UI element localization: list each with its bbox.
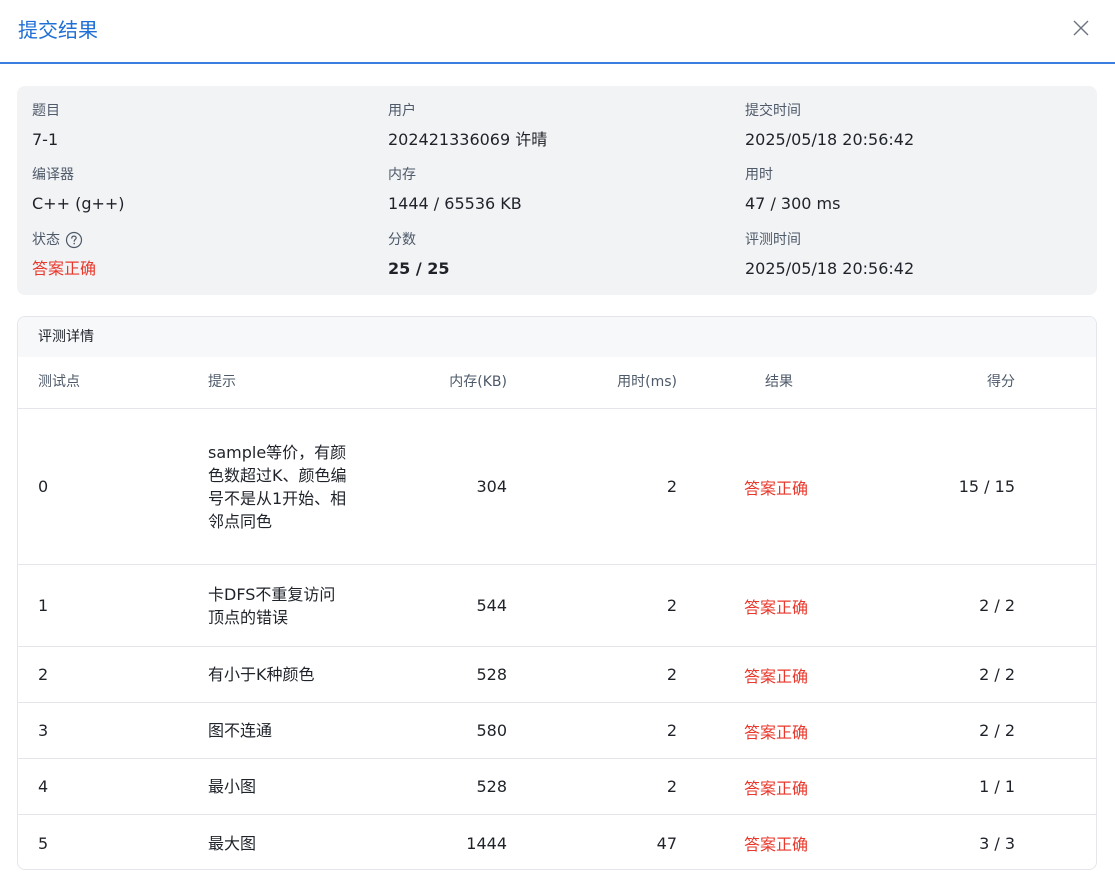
testcase-result: 答案正确: [744, 835, 809, 854]
table-row: 0 sample等价，有颜色数超过K、颜色编号不是从1开始、相邻点同色 304 2 答案…: [18, 409, 1096, 565]
testcase-time: 2: [666, 721, 677, 740]
testcase-memory: 1444: [466, 833, 507, 853]
field-value: 2025/05/18 20:56:42: [745, 130, 915, 149]
testcase-score: 15 / 15: [958, 477, 1015, 496]
testcase-result: 答案正确: [744, 778, 809, 798]
dialog-title: 提交结果: [18, 18, 98, 42]
col-memory: 内存(KB): [449, 374, 507, 390]
testcase-result: 答案正确: [744, 722, 809, 742]
field-value: 202421336069 许晴: [388, 130, 548, 149]
field-label: 题目: [32, 103, 60, 119]
field-label: 状态: [32, 232, 60, 248]
testcase-hint: 最大图: [208, 833, 257, 853]
testcase-hint: 图不连通: [208, 721, 273, 740]
testcase-time: 2: [666, 777, 677, 796]
field-label: 用户: [388, 103, 416, 119]
testcase-time: 47: [656, 833, 677, 853]
field-value: C++ (g++): [32, 194, 125, 213]
field-memory: 内存 1444 / 65536 KB: [388, 165, 522, 215]
testcase-result: 答案正确: [744, 478, 809, 498]
testcase-score: 2 / 2: [979, 596, 1015, 615]
close-icon[interactable]: [1071, 18, 1091, 38]
table-row: 1 卡DFS不重复访问顶点的错误 544 2 答案正确 2 / 2: [18, 565, 1096, 647]
testcase-hint: 最小图: [208, 777, 257, 796]
table-row: 5 最大图 1444 47 答案正确 3 / 3: [18, 815, 1096, 869]
testcase-memory: 580: [476, 721, 507, 740]
testcase-memory: 544: [476, 596, 507, 615]
col-hint: 提示: [208, 374, 236, 390]
field-value: 47 / 300 ms: [745, 194, 841, 213]
testcase-id: 2: [38, 665, 49, 684]
field-label: 内存: [388, 167, 416, 183]
field-value: 25 / 25: [388, 259, 450, 278]
testcase-id: 0: [38, 477, 49, 496]
table-body: 0 sample等价，有颜色数超过K、颜色编号不是从1开始、相邻点同色 304 2 答案…: [18, 409, 1096, 869]
col-score: 得分: [987, 374, 1015, 390]
field-status: 状态 答案正确: [32, 230, 96, 280]
field-problem: 题目 7-1: [32, 101, 60, 151]
testcase-id: 1: [38, 596, 49, 615]
status-value: 答案正确: [32, 259, 97, 278]
field-label: 用时: [745, 167, 773, 183]
field-user: 用户 202421336069 许晴: [388, 101, 547, 151]
field-time-used: 用时 47 / 300 ms: [745, 165, 840, 215]
field-label: 分数: [388, 232, 416, 248]
field-judge-time: 评测时间 2025/05/18 20:56:42: [745, 230, 914, 280]
testcase-memory: 304: [476, 477, 507, 496]
table-header: 测试点 提示 内存(KB) 用时(ms) 结果 得分: [18, 357, 1096, 409]
table-row: 3 图不连通 580 2 答案正确 2 / 2: [18, 703, 1096, 759]
testcase-score: 2 / 2: [979, 665, 1015, 684]
testcase-id: 3: [38, 721, 49, 740]
field-compiler: 编译器 C++ (g++): [32, 165, 125, 215]
submission-summary: 题目 7-1 用户 202421336069 许晴 提交时间 2025/05/1…: [17, 86, 1097, 295]
col-result: 结果: [765, 374, 793, 390]
testcase-score: 3 / 3: [979, 833, 1015, 853]
testcase-memory: 528: [476, 777, 507, 796]
testcase-time: 2: [666, 596, 677, 615]
testcase-memory: 528: [476, 665, 507, 684]
testcase-time: 2: [666, 477, 677, 496]
judge-details-panel: 评测详情 测试点 提示 内存(KB) 用时(ms) 结果 得分 0 sample等…: [17, 316, 1097, 870]
testcase-id: 4: [38, 777, 49, 796]
dialog-header: 提交结果: [0, 0, 1115, 64]
field-label: 编译器: [32, 167, 74, 183]
field-value: 7-1: [32, 130, 59, 149]
field-score: 分数 25 / 25: [388, 230, 450, 280]
field-submit-time: 提交时间 2025/05/18 20:56:42: [745, 101, 914, 151]
testcase-result: 答案正确: [744, 597, 809, 617]
field-label: 评测时间: [745, 232, 801, 248]
testcase-hint: sample等价，有颜色数超过K、颜色编号不是从1开始、相邻点同色: [208, 442, 347, 531]
field-value: 1444 / 65536 KB: [388, 194, 522, 213]
col-testcase: 测试点: [38, 374, 80, 390]
field-label: 提交时间: [745, 103, 801, 119]
table-row: 4 最小图 528 2 答案正确 1 / 1: [18, 759, 1096, 815]
table-row: 2 有小于K种颜色 528 2 答案正确 2 / 2: [18, 647, 1096, 703]
testcase-result: 答案正确: [744, 666, 809, 686]
testcase-hint: 有小于K种颜色: [208, 665, 315, 684]
testcase-hint: 卡DFS不重复访问顶点的错误: [208, 584, 336, 627]
testcase-id: 5: [38, 833, 49, 853]
field-value: 2025/05/18 20:56:42: [745, 259, 915, 278]
help-circle-icon[interactable]: [65, 231, 83, 249]
testcase-score: 2 / 2: [979, 721, 1015, 740]
details-title: 评测详情: [18, 317, 1096, 357]
col-time: 用时(ms): [617, 374, 677, 390]
testcase-time: 2: [666, 665, 677, 684]
testcase-score: 1 / 1: [979, 777, 1015, 796]
